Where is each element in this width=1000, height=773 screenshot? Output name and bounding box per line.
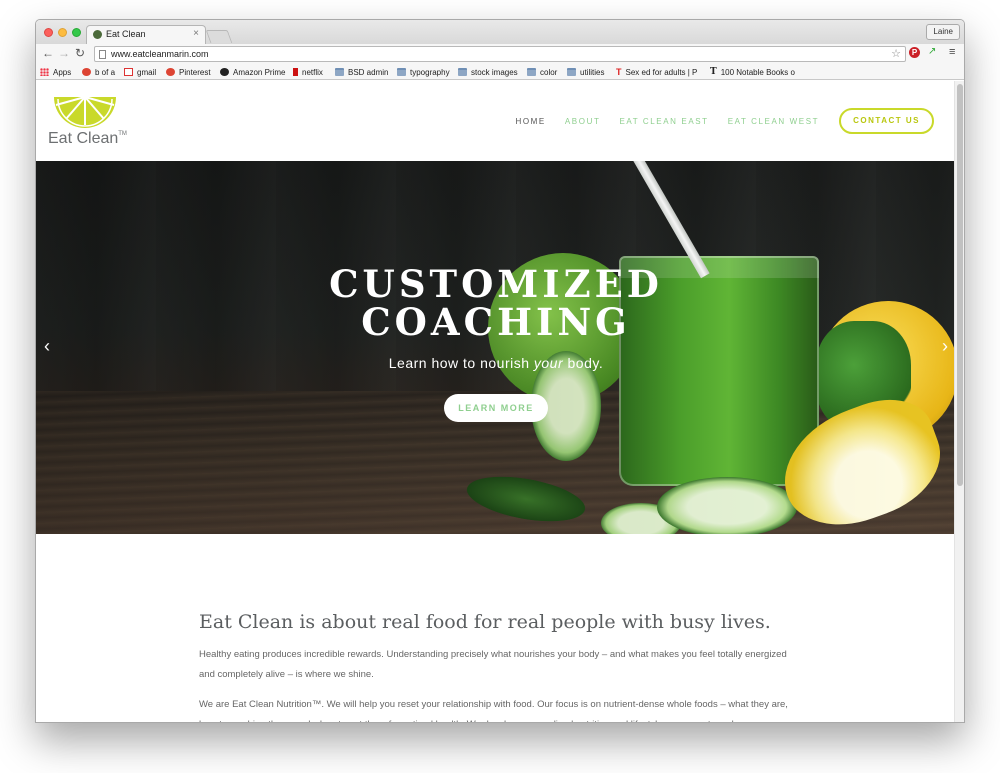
close-window-button[interactable] xyxy=(44,28,53,37)
bookmark-label: Sex ed for adults | P xyxy=(625,67,698,77)
learn-more-button[interactable]: LEARN MORE xyxy=(444,394,548,422)
bookmark-label: Apps xyxy=(53,67,72,77)
folder-icon xyxy=(567,68,576,76)
bookmark-utilities[interactable]: utilities xyxy=(567,66,604,78)
nyt-icon: T xyxy=(710,67,717,77)
intro-paragraph-2: We are Eat Clean Nutrition™. We will hel… xyxy=(199,699,788,722)
bookmark-label: b of a xyxy=(95,67,116,77)
t-icon: T xyxy=(616,67,622,77)
bookmark-label: stock images xyxy=(471,67,518,77)
intro-section: Eat Clean is about real food for real pe… xyxy=(199,611,799,722)
bookmark-label: typography xyxy=(410,67,450,77)
bookmark-label: Amazon Prime xyxy=(233,67,286,77)
intro-heading: Eat Clean is about real food for real pe… xyxy=(199,611,771,633)
nav-eat-clean-west[interactable]: EAT CLEAN WEST xyxy=(728,117,819,126)
tab-title: Eat Clean xyxy=(106,29,146,39)
bookmarks-bar: Apps b of a gmail Pinterest Amazon Prime… xyxy=(36,64,964,80)
bookmark-label: color xyxy=(540,67,558,77)
forward-arrow-icon[interactable]: → xyxy=(58,47,70,59)
hero-subtitle-post: body. xyxy=(563,355,604,371)
apps-icon xyxy=(40,68,49,76)
nav-about[interactable]: ABOUT xyxy=(565,117,601,126)
hero-overlay xyxy=(36,161,956,534)
nav-home[interactable]: HOME xyxy=(515,117,545,126)
slider-prev-icon[interactable]: ‹ xyxy=(44,336,50,357)
page-icon xyxy=(99,50,106,59)
new-tab-button[interactable] xyxy=(205,30,233,43)
intro-paragraph-1: Healthy eating produces incredible rewar… xyxy=(199,649,787,680)
browser-toolbar: ← → ↻ www.eatcleanmarin.com ☆ P ↗ ≡ xyxy=(36,44,964,64)
bookmark-sex-ed[interactable]: T Sex ed for adults | P xyxy=(616,66,697,78)
folder-icon xyxy=(458,68,467,76)
main-nav: HOME ABOUT EAT CLEAN EAST EAT CLEAN WEST… xyxy=(496,107,934,135)
bookmark-label: 100 Notable Books o xyxy=(720,67,795,77)
amazon-icon xyxy=(220,68,229,76)
bookmark-gmail[interactable]: gmail xyxy=(124,66,156,78)
slider-next-icon[interactable]: › xyxy=(942,336,948,357)
netflix-icon xyxy=(293,68,298,76)
bookmark-label: gmail xyxy=(137,67,157,77)
bookmark-netflix[interactable]: netflix xyxy=(293,66,323,78)
page-viewport: Eat CleanTM HOME ABOUT EAT CLEAN EAST EA… xyxy=(36,81,956,722)
bookmark-bsd-admin[interactable]: BSD admin xyxy=(335,66,388,78)
site-header: Eat CleanTM HOME ABOUT EAT CLEAN EAST EA… xyxy=(36,81,956,161)
pinterest-extension-icon[interactable]: P xyxy=(909,47,920,58)
bookmark-label: netflix xyxy=(302,67,323,77)
hero-title-line2: COACHING xyxy=(361,300,631,344)
bank-icon xyxy=(82,68,91,76)
tab-eat-clean[interactable]: Eat Clean × xyxy=(86,25,206,44)
bookmark-color[interactable]: color xyxy=(527,66,557,78)
bookmark-label: Pinterest xyxy=(179,67,211,77)
hero-subtitle-emphasis: your xyxy=(533,355,564,371)
bookmark-bofa[interactable]: b of a xyxy=(82,66,115,78)
bookmark-notable-books[interactable]: T 100 Notable Books o xyxy=(710,66,795,78)
hero-slider: CUSTOMIZED COACHING Learn how to nourish… xyxy=(36,161,956,534)
hero-subtitle-pre: Learn how to nourish xyxy=(388,355,534,371)
logo-text[interactable]: Eat CleanTM xyxy=(48,130,127,148)
scrollbar-thumb[interactable] xyxy=(957,84,963,486)
tab-close-icon[interactable]: × xyxy=(193,28,199,39)
chrome-menu-icon[interactable]: ≡ xyxy=(949,46,955,58)
logo-trademark: TM xyxy=(118,131,127,137)
gmail-icon xyxy=(124,68,133,76)
logo-wordmark: Eat Clean xyxy=(48,130,119,147)
bookmark-typography[interactable]: typography xyxy=(397,66,450,78)
browser-window: Eat Clean × Laine ← → ↻ www.eatcleanmari… xyxy=(35,19,965,723)
bookmark-label: BSD admin xyxy=(348,67,389,77)
folder-icon xyxy=(397,68,406,76)
bookmark-star-icon[interactable]: ☆ xyxy=(891,47,901,60)
bookmark-label: utilities xyxy=(580,67,605,77)
contact-us-button[interactable]: CONTACT US xyxy=(839,108,934,134)
hero-subtitle: Learn how to nourish your body. xyxy=(286,355,706,371)
hero-title: CUSTOMIZED COACHING xyxy=(286,265,706,341)
bookmark-amazon[interactable]: Amazon Prime xyxy=(220,66,285,78)
bookmark-pinterest[interactable]: Pinterest xyxy=(166,66,211,78)
folder-icon xyxy=(527,68,536,76)
back-arrow-icon[interactable]: ← xyxy=(42,47,54,59)
minimize-window-button[interactable] xyxy=(58,28,67,37)
reload-icon[interactable]: ↻ xyxy=(75,47,85,59)
maximize-window-button[interactable] xyxy=(72,28,81,37)
page-scrollbar[interactable] xyxy=(954,81,964,722)
nav-eat-clean-east[interactable]: EAT CLEAN EAST xyxy=(619,117,708,126)
url-text[interactable]: www.eatcleanmarin.com xyxy=(111,49,209,59)
bookmark-apps[interactable]: Apps xyxy=(40,66,71,78)
bookmark-stock-images[interactable]: stock images xyxy=(458,66,518,78)
extension-arrow-icon[interactable]: ↗ xyxy=(928,46,939,57)
lemon-logo-icon[interactable] xyxy=(52,95,118,129)
address-bar[interactable]: www.eatcleanmarin.com ☆ xyxy=(94,46,906,62)
site-favicon-icon xyxy=(93,30,102,39)
folder-icon xyxy=(335,68,344,76)
profile-button[interactable]: Laine xyxy=(926,24,960,40)
hero-title-line1: CUSTOMIZED xyxy=(329,262,663,306)
pinterest-icon xyxy=(166,68,175,76)
tab-bar: Eat Clean × Laine xyxy=(36,20,964,44)
